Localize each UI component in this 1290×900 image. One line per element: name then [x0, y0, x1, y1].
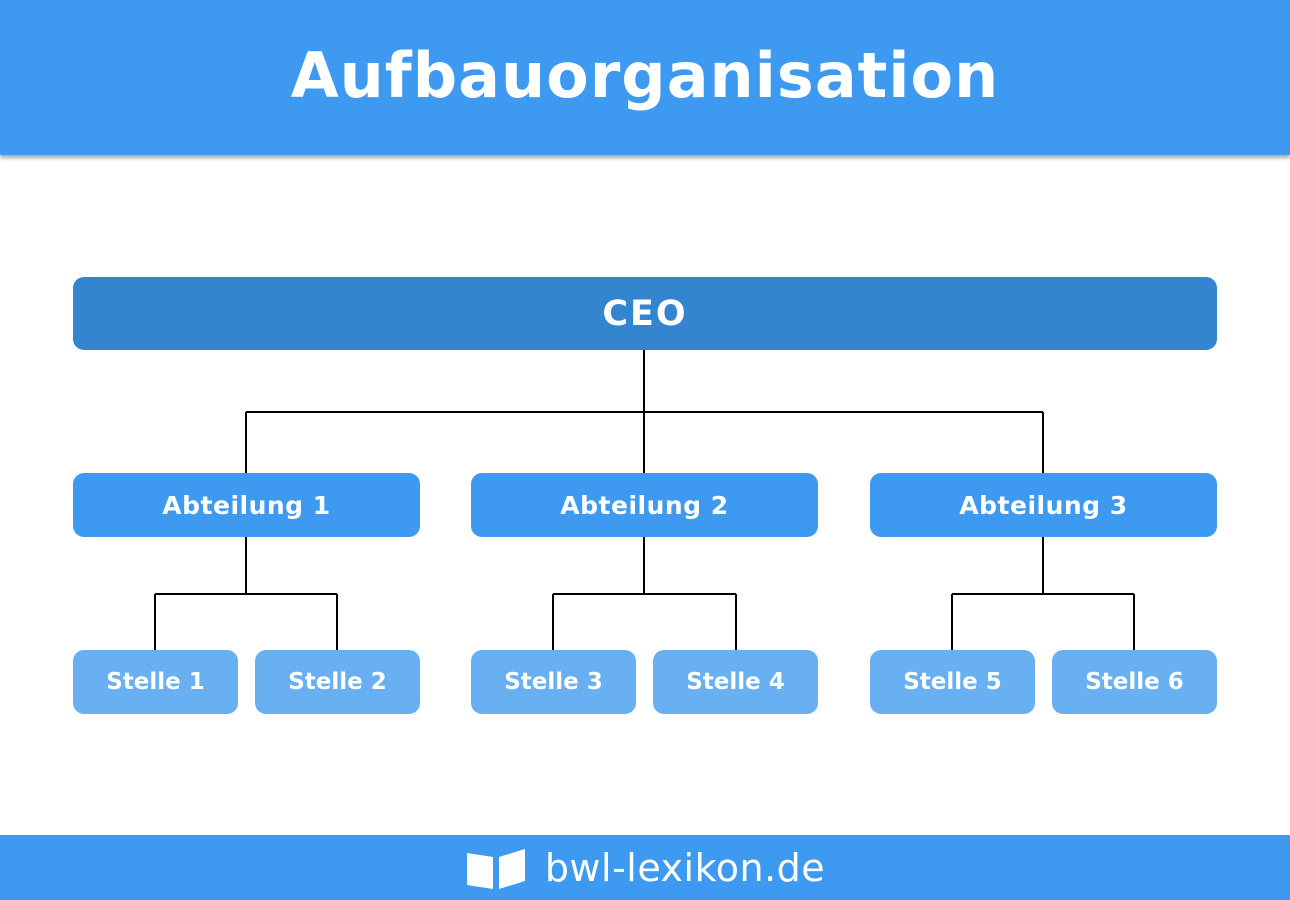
node-stelle-3: Stelle 3: [471, 650, 636, 714]
open-book-icon: [466, 848, 525, 889]
brand-logo[interactable]: bwl-lexikon.de: [465, 845, 825, 891]
footer-banner: bwl-lexikon.de: [0, 835, 1290, 900]
node-stelle-4: Stelle 4: [653, 650, 818, 714]
node-abteilung-1: Abteilung 1: [73, 473, 420, 537]
node-stelle-5: Stelle 5: [870, 650, 1035, 714]
node-abteilung-2: Abteilung 2: [471, 473, 818, 537]
org-chart-connectors: [154, 350, 1135, 650]
node-ceo: CEO: [73, 277, 1217, 350]
node-abteilung-3: Abteilung 3: [870, 473, 1217, 537]
footer-brand-text: bwl-lexikon.de: [544, 845, 826, 890]
node-stelle-1: Stelle 1: [73, 650, 238, 714]
node-stelle-6: Stelle 6: [1052, 650, 1217, 714]
node-stelle-2: Stelle 2: [255, 650, 420, 714]
